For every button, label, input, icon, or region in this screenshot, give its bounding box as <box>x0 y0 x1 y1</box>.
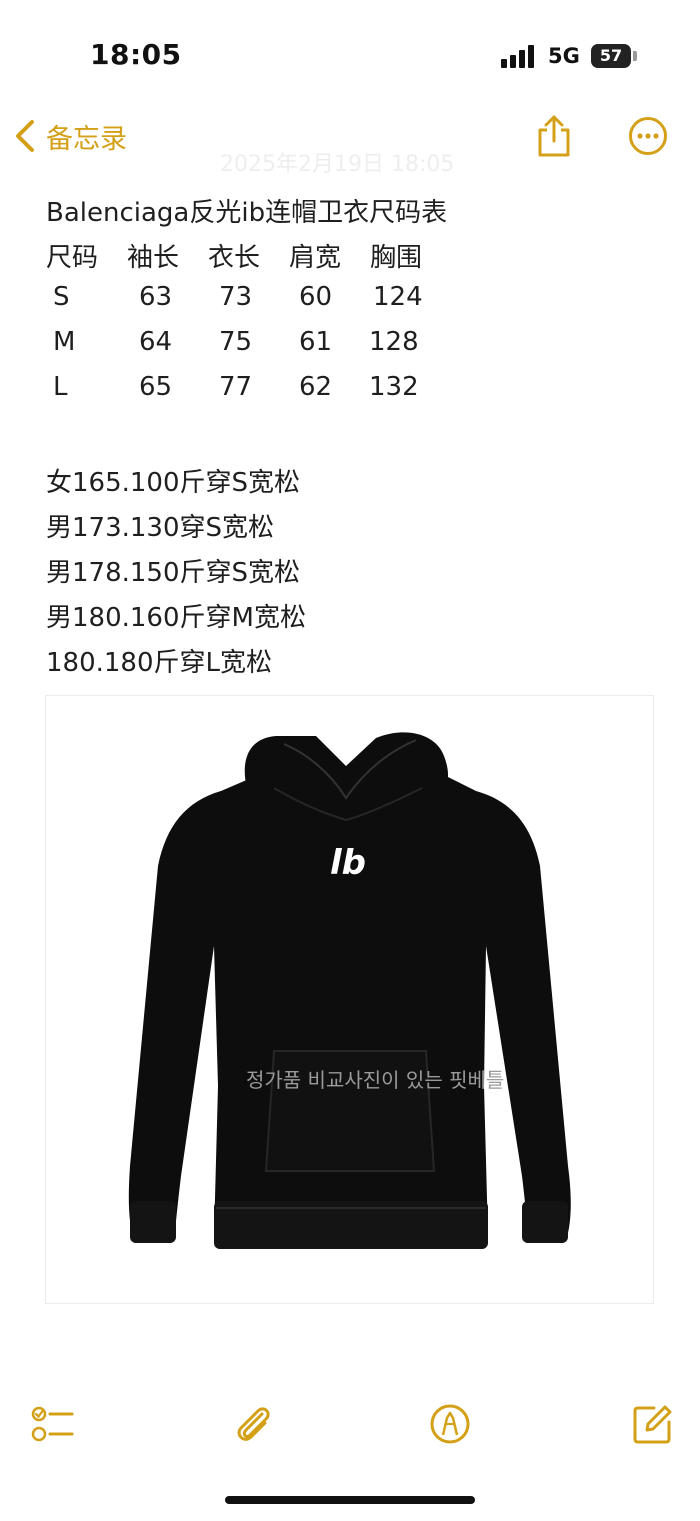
table-cell: 63 <box>139 282 173 312</box>
table-cell: 60 <box>299 282 333 312</box>
chevron-left-icon <box>16 120 34 152</box>
table-cell: S <box>53 282 70 312</box>
table-cell: 128 <box>369 327 419 357</box>
share-icon <box>538 115 570 157</box>
table-header: 肩宽 <box>289 243 342 273</box>
table-cell: L <box>53 372 68 402</box>
cellular-signal-icon <box>501 44 537 68</box>
battery-icon: 57 <box>591 44 631 68</box>
fit-line: 男178.150斤穿S宽松 <box>46 558 301 588</box>
table-cell: 62 <box>299 372 333 402</box>
share-button[interactable] <box>534 114 574 158</box>
fit-line: 180.180斤穿L宽松 <box>46 648 273 678</box>
table-header: 胸围 <box>370 243 423 273</box>
ellipsis-circle-icon <box>629 117 667 155</box>
watermark-text: 정가품 비교사진이 있는 핏베틀 <box>246 1068 505 1092</box>
table-cell: 61 <box>299 327 333 357</box>
table-cell: 64 <box>139 327 173 357</box>
back-button[interactable]: 备忘录 <box>14 116 127 156</box>
table-header: 衣长 <box>208 243 261 273</box>
network-type: 5G <box>548 44 580 68</box>
table-header: 袖长 <box>127 243 180 273</box>
table-cell: M <box>53 327 76 357</box>
checklist-icon <box>31 1406 74 1442</box>
table-cell: 65 <box>139 372 173 402</box>
battery-cap <box>633 51 637 61</box>
table-cell: 132 <box>369 372 419 402</box>
checklist-button[interactable] <box>30 1402 74 1446</box>
fit-line: 男180.160斤穿M宽松 <box>46 603 306 633</box>
table-cell: 73 <box>219 282 253 312</box>
status-time: 18:05 <box>90 38 182 71</box>
back-label: 备忘录 <box>46 123 127 155</box>
table-cell: 77 <box>219 372 253 402</box>
attach-button[interactable] <box>232 1402 276 1446</box>
note-title: Balenciaga反光ib连帽卫衣尺码表 <box>46 198 448 228</box>
table-header: 尺码 <box>46 243 99 273</box>
compose-button[interactable] <box>630 1402 674 1446</box>
table-cell: 75 <box>219 327 253 357</box>
more-button[interactable] <box>628 116 668 156</box>
hoodie-logo: lb <box>330 843 366 883</box>
table-cell: 124 <box>373 282 423 312</box>
paperclip-icon <box>237 1407 270 1441</box>
compose-icon <box>633 1405 672 1444</box>
markup-pen-icon <box>430 1404 470 1444</box>
home-indicator[interactable] <box>225 1496 475 1504</box>
markup-button[interactable] <box>428 1402 472 1446</box>
hoodie-photo-attachment[interactable]: lb <box>45 695 654 1304</box>
hoodie-illustration: lb <box>128 732 571 1249</box>
fit-line: 男173.130穿S宽松 <box>46 513 275 543</box>
note-date: 2025年2月19日 18:05 <box>220 152 455 177</box>
fit-line: 女165.100斤穿S宽松 <box>46 468 301 498</box>
